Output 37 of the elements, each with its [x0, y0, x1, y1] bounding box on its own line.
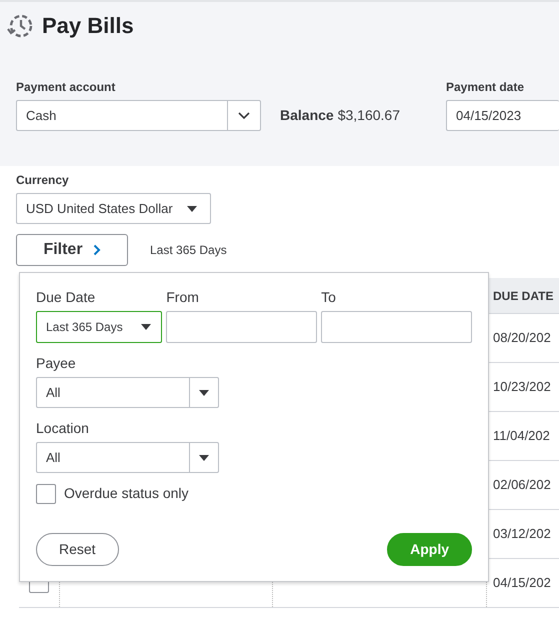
chevron-right-icon: [92, 244, 101, 256]
chevron-down-icon: [238, 112, 250, 120]
currency-select[interactable]: USD United States Dollar: [16, 193, 211, 224]
field-label: Currency: [16, 172, 70, 189]
checkbox-label: Overdue status only: [64, 484, 189, 503]
filter-button[interactable]: Filter: [16, 234, 128, 266]
payee-select[interactable]: All: [36, 377, 219, 408]
table-cell-text: 11/04/202: [492, 427, 551, 446]
date-field[interactable]: 04/15/2023: [446, 100, 559, 131]
field-label: Payment date: [446, 79, 526, 96]
field-label: Location: [36, 419, 90, 438]
field-label: Payee: [36, 354, 77, 373]
field-label: Payment account: [16, 79, 116, 96]
table-cell-text: 02/06/202: [492, 476, 552, 494]
field-label: To: [321, 288, 337, 307]
caret-icon: [199, 454, 209, 460]
caret-icon: [199, 390, 209, 396]
table-cell-text: 10/23/202: [492, 378, 552, 396]
checkbox[interactable]: [36, 484, 56, 504]
page-title: Pay Bills: [42, 12, 134, 40]
caret-icon: [141, 324, 152, 330]
field-label: Due Date: [36, 288, 96, 307]
account-select[interactable]: Cash: [16, 100, 261, 131]
table-cell-text: 08/20/202: [492, 329, 552, 348]
location-select[interactable]: All: [36, 442, 219, 473]
to-field[interactable]: [321, 311, 472, 343]
filter-summary: Last 365 Days: [150, 242, 227, 259]
balance-text: Balance $3,160.67: [280, 106, 400, 125]
field-label: From: [166, 288, 200, 307]
caret-icon: [187, 206, 197, 212]
history-icon: [6, 12, 34, 40]
column-header[interactable]: DUE DATE: [487, 278, 559, 313]
from-field[interactable]: [166, 311, 318, 343]
table-cell-text: 03/12/202: [492, 525, 552, 544]
reset-button[interactable]: Reset: [36, 533, 119, 566]
table-cell-text: 04/15/202: [492, 574, 552, 592]
due-date-select[interactable]: Last 365 Days: [36, 311, 162, 343]
